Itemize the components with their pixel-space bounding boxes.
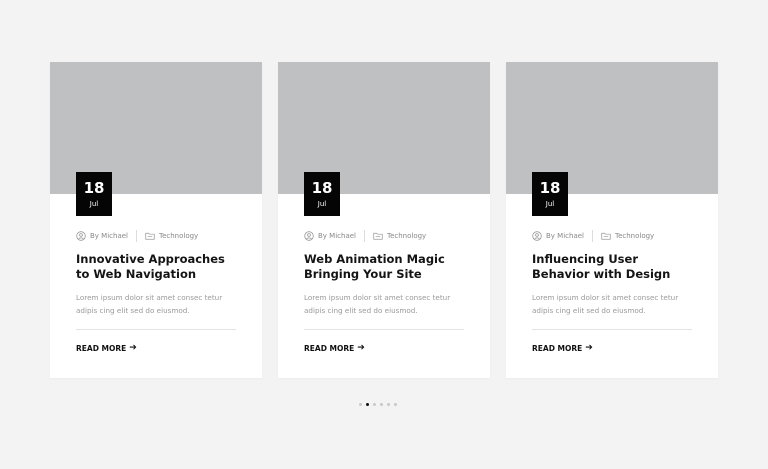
read-more-label: READ MORE <box>304 344 355 353</box>
read-more-label: READ MORE <box>76 344 127 353</box>
user-circle-icon <box>532 231 542 241</box>
blog-card[interactable]: 18 Jul By Michael Technology Web Animati… <box>278 62 490 378</box>
post-excerpt: Lorem ipsum dolor sit amet consec tetur … <box>304 293 451 315</box>
date-day: 18 <box>311 179 333 197</box>
user-circle-icon <box>76 231 86 241</box>
card-divider <box>304 329 464 330</box>
pagination-dot[interactable] <box>380 403 383 406</box>
date-day: 18 <box>539 179 561 197</box>
date-month: Jul <box>89 200 99 208</box>
blog-card[interactable]: 18 Jul By Michael Technology Innovative … <box>50 62 262 378</box>
post-excerpt: Lorem ipsum dolor sit amet consec tetur … <box>76 293 223 315</box>
pagination-dot[interactable] <box>387 403 390 406</box>
author-link[interactable]: By Michael <box>90 232 128 240</box>
folder-icon <box>373 231 383 241</box>
date-badge: 18 Jul <box>532 172 568 216</box>
carousel-pagination <box>359 403 397 406</box>
post-title[interactable]: Influencing User Behavior with Design <box>532 252 698 282</box>
post-title[interactable]: Innovative Approaches to Web Navigation <box>76 252 242 282</box>
read-more-link[interactable]: READ MORE ➔ <box>304 343 365 354</box>
date-day: 18 <box>83 179 105 197</box>
category-link[interactable]: Technology <box>159 232 198 240</box>
meta-divider <box>363 230 365 242</box>
folder-icon <box>145 231 155 241</box>
read-more-link[interactable]: READ MORE ➔ <box>76 343 137 354</box>
blog-card[interactable]: 18 Jul By Michael Technology Influencing… <box>506 62 718 378</box>
post-excerpt: Lorem ipsum dolor sit amet consec tetur … <box>532 293 679 315</box>
post-meta: By Michael Technology <box>76 230 198 242</box>
author-link[interactable]: By Michael <box>318 232 356 240</box>
post-meta: By Michael Technology <box>532 230 654 242</box>
post-meta: By Michael Technology <box>304 230 426 242</box>
date-month: Jul <box>545 200 555 208</box>
user-circle-icon <box>304 231 314 241</box>
card-divider <box>532 329 692 330</box>
pagination-dot[interactable] <box>366 403 369 406</box>
pagination-dot[interactable] <box>359 403 362 406</box>
card-divider <box>76 329 236 330</box>
date-badge: 18 Jul <box>304 172 340 216</box>
date-month: Jul <box>317 200 327 208</box>
author-link[interactable]: By Michael <box>546 232 584 240</box>
category-link[interactable]: Technology <box>387 232 426 240</box>
meta-divider <box>135 230 137 242</box>
category-link[interactable]: Technology <box>615 232 654 240</box>
date-badge: 18 Jul <box>76 172 112 216</box>
card-list: 18 Jul By Michael Technology Innovative … <box>50 62 718 378</box>
pagination-dot[interactable] <box>373 403 376 406</box>
folder-icon <box>601 231 611 241</box>
arrow-right-icon: ➔ <box>585 343 593 353</box>
meta-divider <box>591 230 593 242</box>
read-more-link[interactable]: READ MORE ➔ <box>532 343 593 354</box>
arrow-right-icon: ➔ <box>357 343 365 353</box>
arrow-right-icon: ➔ <box>129 343 137 353</box>
blog-carousel: 18 Jul By Michael Technology Innovative … <box>0 0 768 469</box>
pagination-dot[interactable] <box>394 403 397 406</box>
read-more-label: READ MORE <box>532 344 583 353</box>
post-title[interactable]: Web Animation Magic Bringing Your Site <box>304 252 470 282</box>
